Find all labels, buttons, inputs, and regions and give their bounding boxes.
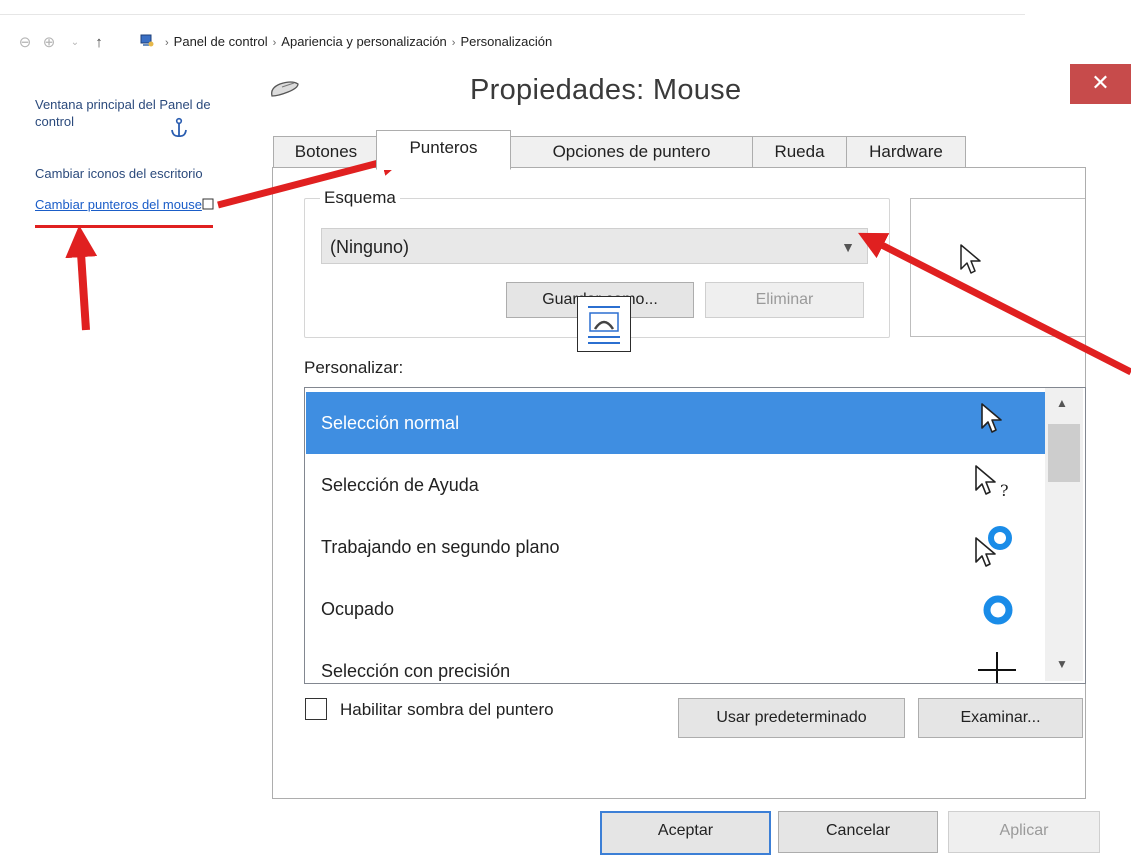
chevron-down-icon: ▼	[841, 239, 855, 255]
cancel-button[interactable]: Cancelar	[778, 811, 938, 853]
pointer-shadow-label[interactable]: Habilitar sombra del puntero	[340, 700, 554, 720]
working-background-pointer-icon	[975, 526, 1012, 567]
pointer-shadow-checkbox[interactable]	[305, 698, 327, 720]
recent-dropdown-icon[interactable]: ⌄	[64, 30, 86, 56]
crosshair-icon	[978, 652, 1016, 683]
list-item-busy[interactable]: Ocupado	[306, 578, 1046, 640]
navigation-bar: ⊖ ⊕ ⌄ ↑ › Panel de control › Apariencia y p…	[0, 30, 1025, 60]
arrow-pointer-icon	[960, 244, 981, 274]
list-item-working-background[interactable]: Trabajando en segundo plano	[306, 516, 1046, 578]
tab-wheel[interactable]: Rueda	[752, 136, 847, 168]
scheme-selected-value: (Ninguno)	[330, 237, 410, 257]
busy-ring-icon	[983, 595, 1013, 625]
pointer-preview	[910, 198, 1085, 337]
change-mouse-pointers-link[interactable]: Cambiar punteros del mouse	[35, 196, 225, 213]
window-top-border	[0, 14, 1025, 15]
breadcrumb-item-control-panel[interactable]: Panel de control	[174, 34, 268, 49]
anchor-icon	[171, 117, 187, 138]
scroll-down-icon[interactable]: ▼	[1056, 657, 1068, 671]
forward-icon[interactable]: ⊕	[38, 30, 60, 56]
control-panel-icon	[140, 34, 154, 47]
use-default-button[interactable]: Usar predeterminado	[678, 698, 905, 738]
dialog-title: Propiedades: Mouse	[470, 74, 742, 106]
breadcrumb-item-personalization[interactable]: Personalización	[460, 34, 552, 49]
delete-button: Eliminar	[705, 282, 864, 318]
change-desktop-icons-link[interactable]: Cambiar iconos del escritorio	[35, 165, 225, 182]
close-button[interactable]: ✕	[1070, 64, 1131, 104]
browse-button[interactable]: Examinar...	[918, 698, 1083, 738]
up-arrow-icon[interactable]: ↑	[88, 30, 110, 56]
back-icon[interactable]: ⊖	[14, 30, 36, 56]
help-select-pointer-icon: ?	[975, 465, 1009, 500]
breadcrumb-separator: ›	[451, 37, 456, 49]
breadcrumb-item-appearance[interactable]: Apariencia y personalización	[281, 34, 446, 49]
drag-cursor-icon	[577, 296, 631, 352]
tab-pointer-options[interactable]: Opciones de puntero	[510, 136, 753, 168]
list-item-normal-select[interactable]: Selección normal	[306, 392, 1046, 454]
scheme-dropdown[interactable]: (Ninguno) ▼	[321, 228, 868, 264]
scrollbar-thumb[interactable]	[1048, 424, 1080, 482]
svg-text:?: ?	[1000, 481, 1009, 500]
list-item-help-select[interactable]: Selección de Ayuda ?	[306, 454, 1046, 516]
list-item-label: Selección normal	[321, 413, 460, 433]
list-item-precision-select[interactable]: Selección con precisión	[306, 640, 1046, 683]
breadcrumb-separator: ›	[272, 37, 277, 49]
breadcrumb: › Panel de control › Apariencia y personali…	[160, 34, 552, 49]
customize-label: Personalizar:	[304, 358, 404, 377]
apply-button: Aplicar	[948, 811, 1100, 853]
control-panel-home-link[interactable]: Ventana principal del Panel de control	[35, 96, 225, 130]
ok-button[interactable]: Aceptar	[600, 811, 771, 855]
breadcrumb-separator: ›	[165, 37, 169, 49]
annotation-underline	[35, 225, 213, 228]
list-item-label: Ocupado	[321, 599, 395, 619]
list-item-label: Trabajando en segundo plano	[321, 537, 560, 557]
tab-hardware[interactable]: Hardware	[846, 136, 966, 168]
tab-pointers[interactable]: Punteros	[376, 130, 511, 170]
annotation-arrow-to-mouse-link	[65, 225, 98, 331]
tab-buttons[interactable]: Botones	[273, 136, 379, 168]
arrow-pointer-icon	[981, 403, 1002, 433]
scheme-label: Esquema	[320, 188, 400, 208]
scroll-up-icon[interactable]: ▲	[1056, 396, 1068, 410]
list-item-label: Selección de Ayuda	[321, 475, 479, 495]
pointer-list[interactable]: Selección normal Selección de Ayuda ? Tr…	[304, 387, 1086, 684]
mouse-icon	[271, 81, 299, 97]
list-item-label: Selección con precisión	[321, 661, 511, 681]
